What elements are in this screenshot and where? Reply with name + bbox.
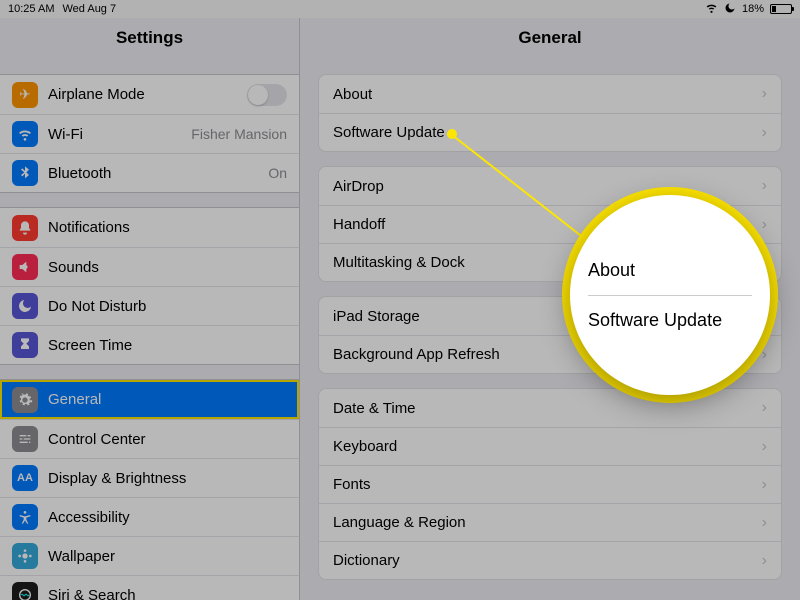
sidebar-item-screen-time[interactable]: Screen Time bbox=[0, 325, 299, 364]
wallpaper-icon bbox=[12, 543, 38, 569]
sidebar-item-airplane-mode[interactable]: ✈ Airplane Mode bbox=[0, 75, 299, 114]
chevron-right-icon: › bbox=[762, 399, 767, 417]
lens-row-about: About bbox=[588, 246, 752, 295]
sidebar-item-label: Wi-Fi bbox=[48, 126, 191, 143]
detail-row-label: Date & Time bbox=[333, 400, 762, 417]
chevron-right-icon: › bbox=[762, 124, 767, 142]
battery-pct: 18% bbox=[742, 3, 764, 15]
sidebar-item-label: Do Not Disturb bbox=[48, 298, 287, 315]
detail-row-label: Language & Region bbox=[333, 514, 762, 531]
settings-sidebar: Settings ✈ Airplane Mode Wi-Fi Fisher Ma… bbox=[0, 18, 300, 600]
sidebar-item-label: Sounds bbox=[48, 259, 287, 276]
sidebar-item-label: Control Center bbox=[48, 431, 287, 448]
sidebar-group-system: General Control Center AA Display & Brig… bbox=[0, 379, 299, 600]
sidebar-item-bluetooth[interactable]: Bluetooth On bbox=[0, 153, 299, 192]
sidebar-title: Settings bbox=[0, 18, 299, 60]
status-time: 10:25 AM bbox=[8, 3, 54, 15]
sidebar-item-label: Wallpaper bbox=[48, 548, 287, 565]
chevron-right-icon: › bbox=[762, 552, 767, 570]
detail-row-label: Fonts bbox=[333, 476, 762, 493]
status-bar: 10:25 AM Wed Aug 7 18% bbox=[0, 0, 800, 18]
airplane-mode-toggle[interactable] bbox=[247, 84, 287, 106]
accessibility-icon bbox=[12, 504, 38, 530]
detail-row-dictionary[interactable]: Dictionary › bbox=[319, 541, 781, 579]
chevron-right-icon: › bbox=[762, 438, 767, 456]
airplane-icon: ✈ bbox=[12, 82, 38, 108]
callout-anchor-dot bbox=[447, 129, 457, 139]
wifi-value: Fisher Mansion bbox=[191, 126, 287, 142]
chevron-right-icon: › bbox=[762, 85, 767, 103]
chevron-right-icon: › bbox=[762, 177, 767, 195]
sidebar-item-wifi[interactable]: Wi-Fi Fisher Mansion bbox=[0, 114, 299, 153]
sidebar-item-label: Siri & Search bbox=[48, 587, 287, 600]
battery-icon bbox=[770, 4, 792, 14]
sidebar-group-notifications: Notifications Sounds Do Not Disturb bbox=[0, 207, 299, 365]
bluetooth-icon bbox=[12, 160, 38, 186]
screen: 10:25 AM Wed Aug 7 18% Settings ✈ Airpla… bbox=[0, 0, 800, 600]
sliders-icon bbox=[12, 426, 38, 452]
sidebar-item-label: Screen Time bbox=[48, 337, 287, 354]
gear-icon bbox=[12, 387, 38, 413]
detail-row-software-update[interactable]: Software Update › bbox=[319, 113, 781, 151]
detail-row-keyboard[interactable]: Keyboard › bbox=[319, 427, 781, 465]
status-date: Wed Aug 7 bbox=[62, 3, 116, 15]
sidebar-item-wallpaper[interactable]: Wallpaper bbox=[0, 536, 299, 575]
speaker-icon bbox=[12, 254, 38, 280]
hourglass-icon bbox=[12, 332, 38, 358]
bell-icon bbox=[12, 215, 38, 241]
bluetooth-value: On bbox=[268, 165, 287, 181]
sidebar-item-notifications[interactable]: Notifications bbox=[0, 208, 299, 247]
sidebar-item-display-brightness[interactable]: AA Display & Brightness bbox=[0, 458, 299, 497]
sidebar-item-control-center[interactable]: Control Center bbox=[0, 419, 299, 458]
sidebar-item-label: Accessibility bbox=[48, 509, 287, 526]
sidebar-item-sounds[interactable]: Sounds bbox=[0, 247, 299, 286]
sidebar-item-siri-search[interactable]: Siri & Search bbox=[0, 575, 299, 600]
sidebar-item-accessibility[interactable]: Accessibility bbox=[0, 497, 299, 536]
detail-row-label: Dictionary bbox=[333, 552, 762, 569]
callout-lens: About Software Update bbox=[570, 195, 770, 395]
detail-row-label: Software Update bbox=[333, 124, 762, 141]
wifi-icon bbox=[705, 1, 718, 17]
chevron-right-icon: › bbox=[762, 476, 767, 494]
detail-row-language-region[interactable]: Language & Region › bbox=[319, 503, 781, 541]
detail-row-label: Keyboard bbox=[333, 438, 762, 455]
detail-group-date-time: Date & Time › Keyboard › Fonts › Languag… bbox=[318, 388, 782, 580]
sidebar-item-label: Airplane Mode bbox=[48, 86, 247, 103]
detail-title: General bbox=[300, 18, 800, 60]
sidebar-item-label: Bluetooth bbox=[48, 165, 268, 182]
sidebar-item-do-not-disturb[interactable]: Do Not Disturb bbox=[0, 286, 299, 325]
sidebar-item-general[interactable]: General bbox=[0, 380, 299, 419]
sidebar-item-label: Display & Brightness bbox=[48, 470, 287, 487]
sidebar-item-label: Notifications bbox=[48, 219, 287, 236]
detail-row-label: About bbox=[333, 86, 762, 103]
sidebar-item-label: General bbox=[48, 391, 287, 408]
detail-group-about: About › Software Update › bbox=[318, 74, 782, 152]
wifi-icon bbox=[12, 121, 38, 147]
chevron-right-icon: › bbox=[762, 514, 767, 532]
siri-icon bbox=[12, 582, 38, 600]
detail-row-label: AirDrop bbox=[333, 178, 762, 195]
text-size-icon: AA bbox=[12, 465, 38, 491]
dnd-moon-icon bbox=[724, 2, 736, 17]
detail-row-fonts[interactable]: Fonts › bbox=[319, 465, 781, 503]
sidebar-group-connectivity: ✈ Airplane Mode Wi-Fi Fisher Mansion Blu… bbox=[0, 74, 299, 193]
moon-icon bbox=[12, 293, 38, 319]
detail-row-about[interactable]: About › bbox=[319, 75, 781, 113]
lens-row-software-update: Software Update bbox=[588, 295, 752, 345]
